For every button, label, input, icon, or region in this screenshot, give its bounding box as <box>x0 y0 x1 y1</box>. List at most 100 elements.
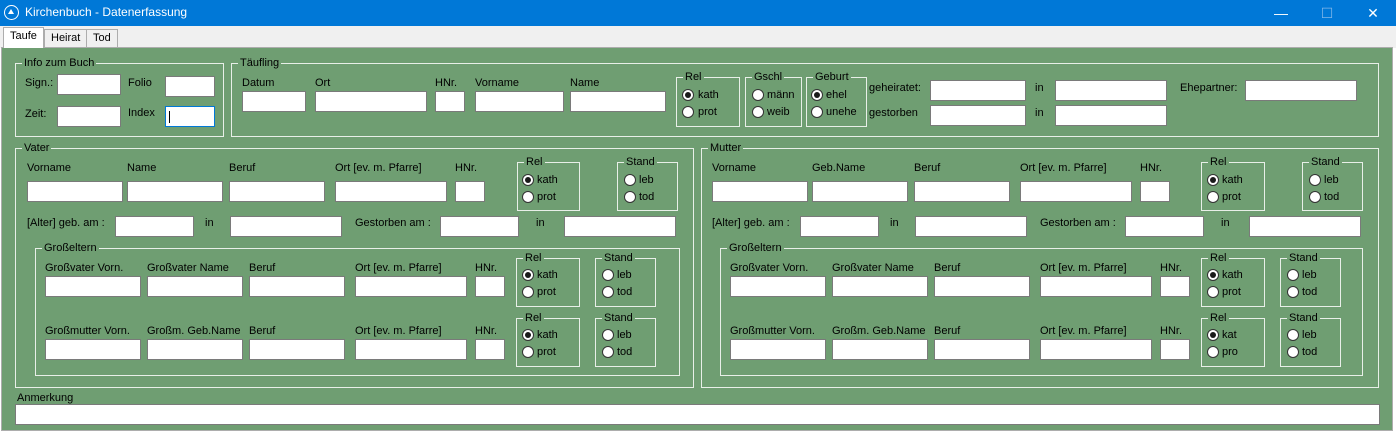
mutter-gm-stand-tod-radio[interactable] <box>1287 346 1299 358</box>
vater-gm-stand-leb-radio[interactable] <box>602 329 614 341</box>
mutter-gm-rel-kat-radio[interactable] <box>1207 329 1219 341</box>
vater-gv-stand-leb-radio[interactable] <box>602 269 614 281</box>
vater-geburtsort-input[interactable] <box>230 216 342 237</box>
vater-vorname-input[interactable] <box>27 181 123 202</box>
vater-gv-beruf-input[interactable] <box>249 276 345 297</box>
mutter-gm-vorname-input[interactable] <box>730 339 826 360</box>
vater-ort-input[interactable] <box>335 181 447 202</box>
mutter-gv-rel-groupbox: Rel <box>1201 251 1265 307</box>
vater-hnr-input[interactable] <box>455 181 485 202</box>
mutter-ort-input[interactable] <box>1020 181 1132 202</box>
gestorben-ort-input[interactable] <box>1055 105 1167 126</box>
vater-stand-tod-radio[interactable] <box>624 191 636 203</box>
mutter-stand-tod-radio[interactable] <box>1309 191 1321 203</box>
geheiratet-input[interactable] <box>930 80 1026 101</box>
gestorben-input[interactable] <box>930 105 1026 126</box>
vater-gm-beruf-input[interactable] <box>249 339 345 360</box>
tab-heirat[interactable]: Heirat <box>44 29 88 47</box>
geburt-ehel-radio[interactable] <box>811 89 823 101</box>
vater-ort-label: Ort [ev. m. Pfarre] <box>335 162 422 174</box>
mutter-gv-ort-input[interactable] <box>1040 276 1152 297</box>
name-label: Name <box>570 77 600 89</box>
mutter-gv-stand-tod-radio[interactable] <box>1287 286 1299 298</box>
mutter-sterbeort-input[interactable] <box>1249 216 1361 237</box>
vater-gv-name-input[interactable] <box>147 276 243 297</box>
mutter-gm-ort-input[interactable] <box>1040 339 1152 360</box>
taeufling-rel-prot-radio[interactable] <box>682 106 694 118</box>
minimize-button[interactable]: — <box>1258 0 1304 26</box>
vater-rel-prot-radio[interactable] <box>522 191 534 203</box>
vater-gv-rel-prot-radio[interactable] <box>522 286 534 298</box>
vater-geb-in-label: in <box>205 217 214 229</box>
mutter-rel-prot-radio[interactable] <box>1207 191 1219 203</box>
vater-gv-rel-kath-radio[interactable] <box>522 269 534 281</box>
geburt-unehe-radio[interactable] <box>811 106 823 118</box>
vater-gm-name-input[interactable] <box>147 339 243 360</box>
tab-tod[interactable]: Tod <box>86 29 118 47</box>
mutter-gv-name-input[interactable] <box>832 276 928 297</box>
mutter-rel-kath-radio[interactable] <box>1207 174 1219 186</box>
mutter-gv-beruf-input[interactable] <box>934 276 1030 297</box>
vater-gm-vorname-input[interactable] <box>45 339 141 360</box>
anmerkung-input[interactable] <box>15 404 1380 425</box>
mutter-geburtsdatum-input[interactable] <box>800 216 879 237</box>
mutter-gm-name-input[interactable] <box>832 339 928 360</box>
mutter-stand-leb-radio[interactable] <box>1309 174 1321 186</box>
mutter-gebname-input[interactable] <box>812 181 908 202</box>
index-input[interactable] <box>165 106 215 127</box>
vater-beruf-input[interactable] <box>229 181 325 202</box>
vater-alter-label: [Alter] geb. am : <box>27 217 105 229</box>
vorname-input[interactable] <box>475 91 564 112</box>
vater-gv-stand-tod-radio[interactable] <box>602 286 614 298</box>
vater-name-input[interactable] <box>127 181 223 202</box>
mutter-gv-vorname-input[interactable] <box>730 276 826 297</box>
mutter-gv-rel-prot-radio[interactable] <box>1207 286 1219 298</box>
sign-input[interactable] <box>57 74 121 95</box>
zeit-input[interactable] <box>57 106 121 127</box>
mutter-gm-stand-leb-radio[interactable] <box>1287 329 1299 341</box>
taeufling-rel-kath-radio[interactable] <box>682 89 694 101</box>
vater-gv-hnr-input[interactable] <box>475 276 505 297</box>
vater-sterbedatum-input[interactable] <box>440 216 519 237</box>
close-button[interactable]: ✕ <box>1350 0 1396 26</box>
vater-gv-name-label: Großvater Name <box>147 262 229 274</box>
mutter-gm-rel-pro-radio[interactable] <box>1207 346 1219 358</box>
ehepartner-input[interactable] <box>1245 80 1357 101</box>
mutter-gv-hnr-input[interactable] <box>1160 276 1190 297</box>
mutter-beruf-input[interactable] <box>914 181 1010 202</box>
mutter-gm-beruf-input[interactable] <box>934 339 1030 360</box>
vater-rel-kath-radio[interactable] <box>522 174 534 186</box>
mutter-gv-stand-leb-radio[interactable] <box>1287 269 1299 281</box>
name-input[interactable] <box>570 91 666 112</box>
mutter-sterbedatum-input[interactable] <box>1125 216 1204 237</box>
mutter-gm-hnr-input[interactable] <box>1160 339 1190 360</box>
tab-taufe[interactable]: Taufe <box>3 27 44 48</box>
mutter-vorname-input[interactable] <box>712 181 808 202</box>
vater-sterbeort-input[interactable] <box>564 216 676 237</box>
mutter-geburtsort-input[interactable] <box>915 216 1027 237</box>
geheiratet-ort-input[interactable] <box>1055 80 1167 101</box>
vater-gv-ort-input[interactable] <box>355 276 467 297</box>
mutter-hnr-input[interactable] <box>1140 181 1170 202</box>
vater-gm-ort-input[interactable] <box>355 339 467 360</box>
vater-gm-stand-tod-radio[interactable] <box>602 346 614 358</box>
gschl-maenn-radio[interactable] <box>752 89 764 101</box>
vater-gv-ort-label: Ort [ev. m. Pfarre] <box>355 262 442 274</box>
vater-geburtsdatum-input[interactable] <box>115 216 194 237</box>
datum-input[interactable] <box>242 91 306 112</box>
vater-gm-vorname-label: Großmutter Vorn. <box>45 325 130 337</box>
vater-gm-rel-prot-radio[interactable] <box>522 346 534 358</box>
vater-gv-vorname-input[interactable] <box>45 276 141 297</box>
mutter-gm-beruf-label: Beruf <box>934 325 961 337</box>
mutter-gv-rel-kath-radio[interactable] <box>1207 269 1219 281</box>
vater-stand-leb-radio[interactable] <box>624 174 636 186</box>
gschl-weib-radio[interactable] <box>752 106 764 118</box>
maximize-button[interactable]: ☐ <box>1304 0 1350 26</box>
ort-input[interactable] <box>315 91 427 112</box>
vater-gm-hnr-input[interactable] <box>475 339 505 360</box>
vater-gm-rel-kath-radio[interactable] <box>522 329 534 341</box>
taeufling-rel-groupbox: Rel <box>676 70 740 127</box>
hnr-input[interactable] <box>435 91 465 112</box>
folio-input[interactable] <box>165 76 215 97</box>
mutter-gm-hnr-label: HNr. <box>1160 325 1182 337</box>
